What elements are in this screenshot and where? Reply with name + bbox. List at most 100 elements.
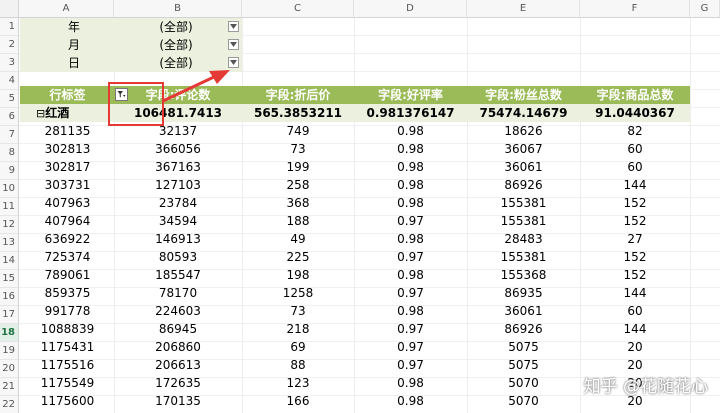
- cell-good-rate[interactable]: 0.98: [354, 140, 467, 158]
- cell-fans-total[interactable]: 155381: [467, 248, 580, 266]
- cell-comments[interactable]: 185547: [114, 266, 242, 284]
- cell-discount-price[interactable]: 69: [242, 338, 354, 356]
- cell-fans-total[interactable]: 36067: [467, 140, 580, 158]
- row-header[interactable]: 15: [0, 270, 19, 288]
- cell-product-total[interactable]: 152: [580, 266, 690, 284]
- cell-good-rate[interactable]: 0.97: [354, 356, 467, 374]
- cell-comments[interactable]: 170135: [114, 392, 242, 410]
- cell-good-rate[interactable]: 0.97: [354, 284, 467, 302]
- cell-comments[interactable]: 366056: [114, 140, 242, 158]
- row-header[interactable]: 4: [0, 72, 19, 90]
- pivot-group-label[interactable]: ⊟红酒: [36, 104, 116, 122]
- cell-product-total[interactable]: 144: [580, 176, 690, 194]
- cell-row-label[interactable]: 407964: [20, 212, 115, 230]
- cell-fans-total[interactable]: 18626: [467, 122, 580, 140]
- cell-product-total[interactable]: 144: [580, 284, 690, 302]
- cell-row-label[interactable]: 1175431: [20, 338, 115, 356]
- cell-fans-total[interactable]: 5070: [467, 392, 580, 410]
- cell-fans-total[interactable]: 5075: [467, 338, 580, 356]
- cell-row-label[interactable]: 1175549: [20, 374, 115, 392]
- cell-product-total[interactable]: 60: [580, 140, 690, 158]
- cell-comments[interactable]: 224603: [114, 302, 242, 320]
- cell-fans-total[interactable]: 5075: [467, 356, 580, 374]
- cell-row-label[interactable]: 991778: [20, 302, 115, 320]
- cell-comments[interactable]: 206860: [114, 338, 242, 356]
- row-header[interactable]: 6: [0, 108, 19, 126]
- cell-discount-price[interactable]: 123: [242, 374, 354, 392]
- cell-comments[interactable]: 172635: [114, 374, 242, 392]
- cell-good-rate[interactable]: 0.98: [354, 230, 467, 248]
- row-header[interactable]: 14: [0, 252, 19, 270]
- cell-row-label[interactable]: 725374: [20, 248, 115, 266]
- pivot-header-product-total[interactable]: 字段:商品总数: [580, 86, 690, 104]
- cell-comments[interactable]: 23784: [114, 194, 242, 212]
- cell-discount-price[interactable]: 258: [242, 176, 354, 194]
- column-header-e[interactable]: E: [467, 0, 580, 18]
- cell-row-label[interactable]: 1175600: [20, 392, 115, 410]
- cell-comments[interactable]: 127103: [114, 176, 242, 194]
- cell-fans-total[interactable]: 155381: [467, 212, 580, 230]
- column-header-b[interactable]: B: [114, 0, 242, 18]
- cell-discount-price[interactable]: 749: [242, 122, 354, 140]
- cell-fans-total[interactable]: 5070: [467, 374, 580, 392]
- cell-fans-total[interactable]: 28483: [467, 230, 580, 248]
- filter-dropdown-month[interactable]: [228, 39, 239, 50]
- row-header[interactable]: 8: [0, 144, 19, 162]
- row-header[interactable]: 16: [0, 288, 19, 306]
- row-header[interactable]: 5: [0, 90, 19, 108]
- cell-row-label[interactable]: 303731: [20, 176, 115, 194]
- row-header[interactable]: 9: [0, 162, 19, 180]
- cell-good-rate[interactable]: 0.98: [354, 374, 467, 392]
- cell-discount-price[interactable]: 73: [242, 140, 354, 158]
- row-header[interactable]: 21: [0, 378, 19, 396]
- cell-good-rate[interactable]: 0.97: [354, 212, 467, 230]
- cell-product-total[interactable]: 20: [580, 338, 690, 356]
- cell-fans-total[interactable]: 155368: [467, 266, 580, 284]
- column-header-f[interactable]: F: [580, 0, 690, 18]
- pivot-header-discount-price[interactable]: 字段:折后价: [242, 86, 354, 104]
- cell-comments[interactable]: 80593: [114, 248, 242, 266]
- cell-product-total[interactable]: 152: [580, 194, 690, 212]
- cell-good-rate[interactable]: 0.98: [354, 392, 467, 410]
- cell-discount-price[interactable]: 218: [242, 320, 354, 338]
- cell-good-rate[interactable]: 0.98: [354, 158, 467, 176]
- cell-product-total[interactable]: 60: [580, 158, 690, 176]
- row-header[interactable]: 13: [0, 234, 19, 252]
- row-header[interactable]: 2: [0, 36, 19, 54]
- cell-row-label[interactable]: 281135: [20, 122, 115, 140]
- cell-product-total[interactable]: 144: [580, 320, 690, 338]
- cell-comments[interactable]: 86945: [114, 320, 242, 338]
- cell-comments[interactable]: 34594: [114, 212, 242, 230]
- cell-discount-price[interactable]: 49: [242, 230, 354, 248]
- cell-row-label[interactable]: 859375: [20, 284, 115, 302]
- row-header[interactable]: 7: [0, 126, 19, 144]
- row-header[interactable]: 18: [0, 324, 19, 342]
- cell-discount-price[interactable]: 1258: [242, 284, 354, 302]
- cell-row-label[interactable]: 636922: [20, 230, 115, 248]
- cell-fans-total[interactable]: 86935: [467, 284, 580, 302]
- cell-comments[interactable]: 367163: [114, 158, 242, 176]
- select-all-corner[interactable]: [0, 0, 19, 18]
- cell-product-total[interactable]: 82: [580, 122, 690, 140]
- pivot-header-row-labels[interactable]: 行标签: [20, 86, 115, 104]
- cell-comments[interactable]: 206613: [114, 356, 242, 374]
- cell-discount-price[interactable]: 198: [242, 266, 354, 284]
- cell-product-total[interactable]: 27: [580, 230, 690, 248]
- cell-fans-total[interactable]: 86926: [467, 320, 580, 338]
- cell-fans-total[interactable]: 155381: [467, 194, 580, 212]
- column-header-a[interactable]: A: [19, 0, 114, 18]
- cell-row-label[interactable]: 1175516: [20, 356, 115, 374]
- collapse-icon[interactable]: ⊟: [36, 107, 45, 120]
- cell-discount-price[interactable]: 73: [242, 302, 354, 320]
- cell-discount-price[interactable]: 188: [242, 212, 354, 230]
- cell-product-total[interactable]: 152: [580, 212, 690, 230]
- cell-fans-total[interactable]: 86926: [467, 176, 580, 194]
- cell-fans-total[interactable]: 36061: [467, 158, 580, 176]
- cell-row-label[interactable]: 302813: [20, 140, 115, 158]
- cell-row-label[interactable]: 407963: [20, 194, 115, 212]
- cell-product-total[interactable]: 60: [580, 302, 690, 320]
- cell-good-rate[interactable]: 0.98: [354, 176, 467, 194]
- row-header[interactable]: 10: [0, 180, 19, 198]
- cell-good-rate[interactable]: 0.98: [354, 122, 467, 140]
- row-header[interactable]: 20: [0, 360, 19, 378]
